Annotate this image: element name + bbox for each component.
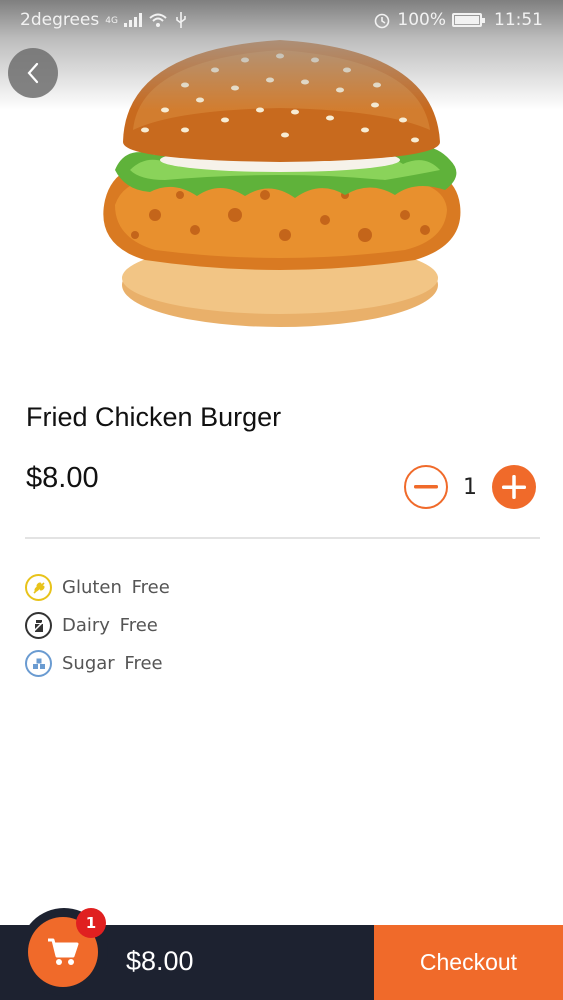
signal-icon — [123, 13, 142, 27]
clock: 11:51 — [494, 10, 543, 30]
product-title: Fried Chicken Burger — [26, 402, 282, 432]
increase-quantity-button[interactable] — [492, 465, 536, 509]
usb-icon — [176, 12, 186, 28]
quantity-stepper: 1 — [404, 465, 536, 509]
sugar-cubes-icon — [25, 650, 52, 677]
milk-bottle-icon — [25, 612, 52, 639]
alarm-icon — [375, 13, 390, 29]
back-button[interactable] — [8, 48, 58, 98]
decrease-quantity-button[interactable] — [404, 465, 448, 509]
network-label: 4G — [105, 16, 118, 26]
product-image — [0, 0, 563, 360]
dietary-item-sugar-free: Sugar Free — [25, 650, 163, 677]
dietary-label: Dairy Free — [62, 615, 158, 636]
cart-count-badge: 1 — [76, 908, 106, 938]
wheat-icon — [25, 574, 52, 601]
checkout-button[interactable]: Checkout — [374, 925, 563, 1000]
shopping-cart-icon — [48, 938, 79, 965]
dietary-item-dairy-free: Dairy Free — [25, 612, 158, 639]
dietary-item-gluten-free: Gluten Free — [25, 574, 170, 601]
divider — [25, 537, 540, 539]
status-bar: 2degrees 4G 100% 11:51 — [0, 0, 563, 40]
battery-percent: 100% — [397, 10, 446, 30]
chevron-left-icon — [27, 62, 39, 84]
dietary-label: Gluten Free — [62, 577, 170, 598]
battery-icon — [452, 13, 485, 27]
plus-icon — [502, 475, 526, 499]
product-price: $8.00 — [26, 462, 99, 494]
dietary-label: Sugar Free — [62, 653, 163, 674]
carrier-label: 2degrees — [20, 10, 100, 30]
quantity-value: 1 — [463, 474, 477, 500]
cart-total: $8.00 — [126, 946, 194, 976]
wifi-icon — [149, 13, 167, 27]
minus-icon — [414, 485, 438, 489]
